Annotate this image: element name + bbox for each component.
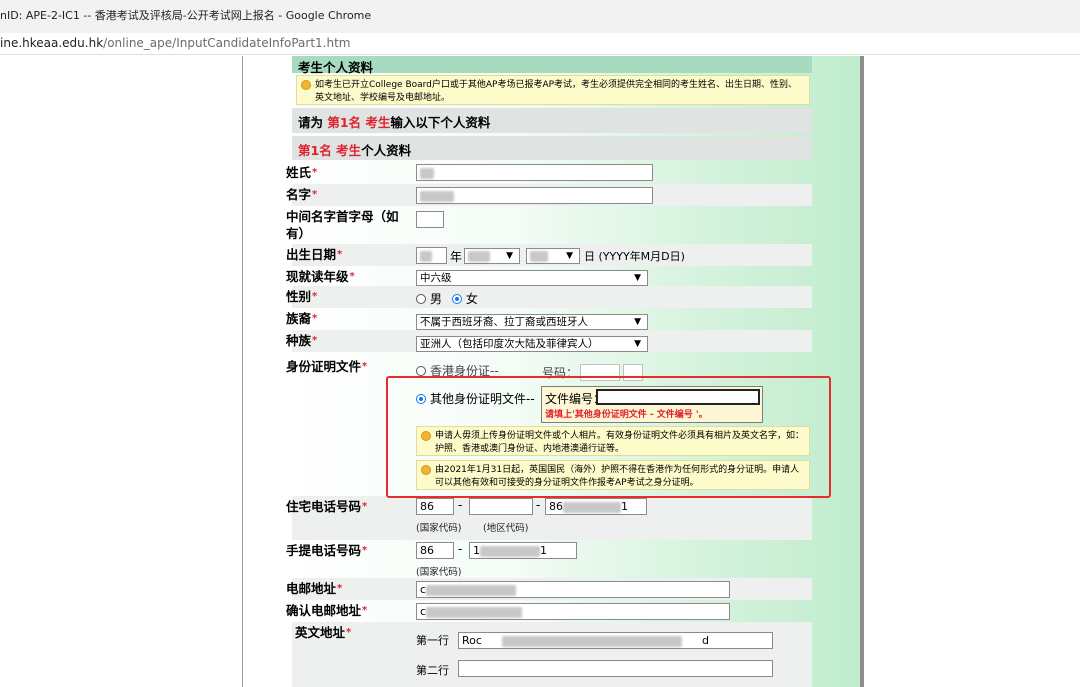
dob-year-input[interactable] [416, 247, 447, 264]
row-given-name: 名字* [286, 184, 812, 206]
url-host: ine.hkeaa.edu.hk [0, 36, 104, 50]
row-email: 电邮地址* c [286, 578, 812, 600]
candidate-subheader: 第1名 考生个人资料 [292, 136, 812, 160]
surname-input[interactable] [416, 164, 653, 181]
row-surname: 姓氏* [286, 162, 812, 184]
input-prompt: 请为 第1名 考生输入以下个人资料 [292, 108, 812, 133]
page-left-border [242, 56, 243, 687]
row-middle-initial: 中间名字首字母（如有） [286, 206, 812, 244]
row-race: 种族* 亚洲人（包括印度次大陆及菲律宾人） ▼ [286, 330, 812, 352]
home-country-code-input[interactable]: 86 [416, 498, 454, 515]
email-input[interactable]: c [416, 581, 730, 598]
gender-female-radio[interactable] [451, 294, 462, 304]
dob-day-select[interactable]: ▼ [526, 248, 580, 264]
candidate-info-form: 考生个人资料 如考生已开立College Board户口或于其他AP考场已报考A… [286, 56, 812, 687]
row-ethnicity: 族裔* 不属于西班牙裔、拉丁裔或西班牙人 ▼ [286, 308, 812, 330]
chevron-down-icon: ▼ [634, 317, 641, 327]
hkid-radio[interactable] [416, 366, 426, 376]
confirm-email-input[interactable]: c [416, 603, 730, 620]
row-grade: 现就读年级* 中六级 ▼ [286, 266, 812, 286]
address-line1-input[interactable]: Roc d [458, 632, 773, 649]
mobile-number-input[interactable]: 11 [469, 542, 577, 559]
chevron-down-icon: ▼ [566, 251, 573, 261]
window-title: nID: APE-2-IC1 -- 香港考试及评核局-公开考试网上报名 - Go… [0, 9, 372, 22]
given-name-input[interactable] [416, 187, 653, 204]
ethnicity-select[interactable]: 不属于西班牙裔、拉丁裔或西班牙人 ▼ [416, 314, 648, 330]
row-address: 英文地址* 第一行 Roc d 第二行 [292, 622, 812, 687]
grade-select[interactable]: 中六级 ▼ [416, 270, 648, 286]
middle-initial-input[interactable] [416, 211, 444, 228]
row-confirm-email: 确认电邮地址* c [286, 600, 812, 622]
window-title-bar: nID: APE-2-IC1 -- 香港考试及评核局-公开考试网上报名 - Go… [0, 0, 1080, 33]
lightbulb-icon [301, 80, 311, 90]
address-line2-input[interactable] [458, 660, 773, 677]
highlight-box [386, 376, 831, 498]
mobile-country-code-input[interactable]: 86 [416, 542, 454, 559]
college-board-notice: 如考生已开立College Board户口或于其他AP考场已报考AP考试，考生必… [296, 75, 810, 105]
row-dob: 出生日期* 年 ▼ ▼ 日 (YYYY年M月D日) [286, 244, 812, 266]
chevron-down-icon: ▼ [634, 339, 641, 349]
url-path: /online_ape/InputCandidateInfoPart1.htm [103, 36, 351, 50]
chevron-down-icon: ▼ [634, 273, 641, 283]
address-bar[interactable]: ine.hkeaa.edu.hk/online_ape/InputCandida… [0, 33, 1080, 55]
row-mobile-phone: 手提电话号码* 86 - 11 (国家代码) [286, 540, 812, 580]
row-home-phone: 住宅电话号码* 86 - - 86 1 (国家代码) (地区代码) [286, 496, 812, 540]
form-right-shadow [860, 56, 864, 687]
chevron-down-icon: ▼ [506, 251, 513, 261]
home-number-input[interactable]: 86 1 [545, 498, 647, 515]
dob-month-select[interactable]: ▼ [464, 248, 520, 264]
row-gender: 性别* 男 女 [286, 286, 812, 308]
home-area-code-input[interactable] [469, 498, 533, 515]
race-select[interactable]: 亚洲人（包括印度次大陆及菲律宾人） ▼ [416, 336, 648, 352]
gender-male-radio[interactable] [416, 294, 426, 304]
section-title: 考生个人资料 [292, 56, 812, 75]
